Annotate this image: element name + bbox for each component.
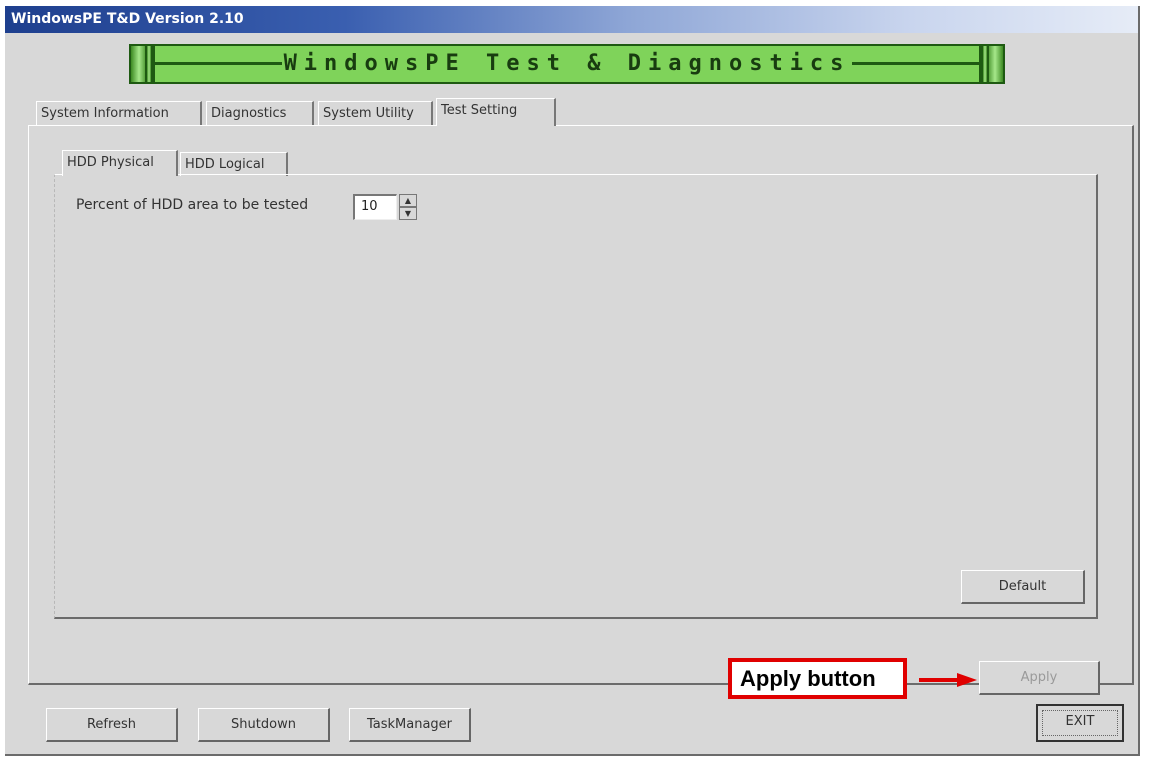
tab-hdd-physical[interactable]: HDD Physical [62,150,178,176]
focus-ring [1042,710,1118,736]
title-bar: WindowsPE T&D Version 2.10 [5,6,1138,33]
apply-button[interactable]: Apply [979,661,1100,695]
stepper-up-icon[interactable]: ▲ [399,194,417,207]
default-button[interactable]: Default [961,570,1085,604]
refresh-button[interactable]: Refresh [46,708,178,742]
window-title: WindowsPE T&D Version 2.10 [11,11,244,27]
taskmanager-button[interactable]: TaskManager [349,708,471,742]
app-banner: WindowsPE Test & Diagnostics [129,44,1005,84]
percent-input[interactable]: 10 [353,194,397,220]
tab-system-utility[interactable]: System Utility [318,101,433,125]
hdd-physical-panel [54,174,1098,619]
tab-test-setting[interactable]: Test Setting [436,98,556,126]
tab-diagnostics[interactable]: Diagnostics [206,101,314,125]
shutdown-button[interactable]: Shutdown [198,708,330,742]
tab-hdd-logical[interactable]: HDD Logical [180,152,288,176]
stepper-down-icon[interactable]: ▼ [399,207,417,220]
tab-system-information[interactable]: System Information [36,101,202,125]
banner-pillar-left-inner [145,44,153,84]
annotation-arrow-icon [919,673,977,687]
percent-label: Percent of HDD area to be tested [76,197,309,213]
banner-pillar-right-inner [981,44,989,84]
apply-annotation-text: Apply button [740,666,876,691]
percent-stepper[interactable]: ▲ ▼ [399,194,417,221]
exit-button[interactable]: EXIT [1036,704,1124,742]
banner-title: WindowsPE Test & Diagnostics [281,51,853,76]
apply-annotation: Apply button [728,658,907,699]
